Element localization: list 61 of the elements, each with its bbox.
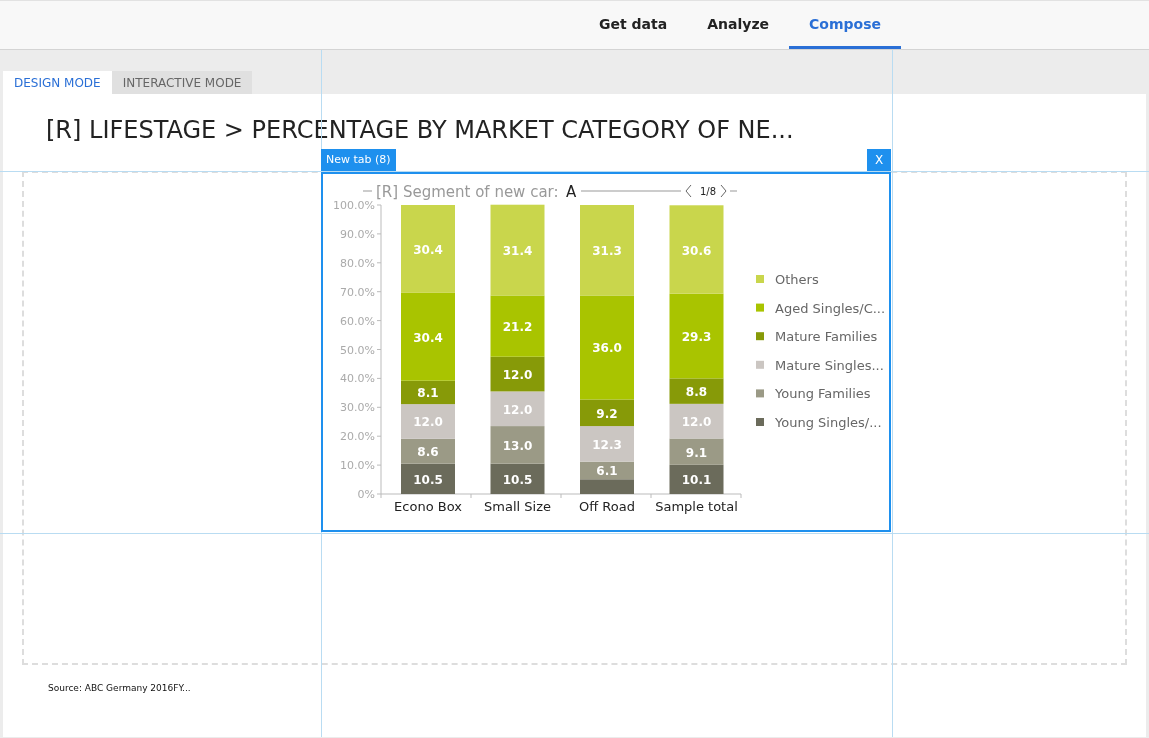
- data-label: 12.0: [413, 415, 443, 430]
- legend-label: Young Families: [775, 386, 871, 402]
- chart-widget-frame[interactable]: [321, 172, 891, 532]
- y-tick-label: 0%: [357, 488, 375, 501]
- y-tick-label: 10.0%: [340, 459, 375, 473]
- legend-label: Mature Singles...: [775, 357, 884, 373]
- data-label: 36.0: [592, 341, 622, 356]
- y-tick-label: 70.0%: [340, 285, 375, 299]
- x-category-label: Sample total: [655, 499, 738, 514]
- legend-label: Others: [775, 272, 819, 287]
- data-label: 10.5: [413, 472, 443, 487]
- title-rule: [362, 190, 373, 192]
- close-button[interactable]: X: [867, 149, 891, 171]
- nav-tab[interactable]: Get data: [579, 1, 688, 49]
- source-note: Source: ABC Germany 2016FY...: [47, 682, 192, 693]
- chevron-right-icon[interactable]: [720, 184, 727, 198]
- y-tick-label: 20.0%: [340, 430, 375, 444]
- data-label: 12.0: [681, 415, 712, 430]
- widget-tab[interactable]: New tab (8): [321, 149, 396, 171]
- x-category-label: Econo Box: [394, 499, 462, 514]
- legend-label: Aged Singles/C...: [775, 300, 886, 316]
- data-label: 31.3: [592, 244, 622, 259]
- y-tick-label: 40.0%: [340, 372, 375, 386]
- legend-label: Young Singles/...: [775, 415, 882, 430]
- filter-value: A: [566, 183, 577, 201]
- x-category-label: Off Road: [579, 499, 635, 514]
- mode-tab[interactable]: INTERACTIVE MODE: [111, 71, 253, 94]
- x-category-label: Small Size: [484, 499, 551, 514]
- nav-tab[interactable]: Compose: [789, 1, 901, 49]
- data-label: 13.0: [502, 438, 533, 453]
- data-label: 30.4: [413, 330, 443, 345]
- y-tick-label: 60.0%: [340, 314, 375, 328]
- pager-label: 1/8: [699, 186, 717, 197]
- data-label: 10.5: [502, 472, 533, 487]
- data-label: 9.2: [596, 406, 618, 421]
- page-title: [R] LIFESTAGE > PERCENTAGE BY MARKET CATEGORY OF NE...: [45, 115, 795, 146]
- data-label: 12.0: [502, 368, 533, 383]
- y-tick-label: 30.0%: [340, 401, 375, 415]
- data-label: 8.8: [685, 385, 708, 400]
- title-rule: [729, 190, 738, 192]
- data-label: 30.6: [681, 243, 712, 258]
- data-label: 9.1: [685, 445, 708, 460]
- data-label: 29.3: [681, 330, 712, 345]
- nav-tab[interactable]: Analyze: [687, 1, 790, 49]
- data-label: 12.0: [502, 402, 533, 417]
- legend-label: Mature Families: [775, 329, 878, 345]
- y-tick-label: 90.0%: [340, 227, 375, 241]
- data-label: 31.4: [502, 244, 533, 259]
- data-label: 8.6: [417, 445, 439, 460]
- data-label: 10.1: [681, 473, 712, 488]
- data-label: 6.1: [596, 464, 618, 479]
- y-tick-label: 50.0%: [340, 343, 375, 357]
- chart-title: [R] Segment of new car:: [376, 183, 559, 201]
- chevron-left-icon[interactable]: [685, 184, 692, 198]
- data-label: 21.2: [502, 320, 533, 335]
- mode-tab[interactable]: DESIGN MODE: [3, 71, 112, 94]
- data-label: 8.1: [417, 386, 439, 401]
- y-tick-label: 80.0%: [340, 256, 375, 270]
- y-tick-label: 100.0%: [333, 199, 375, 212]
- data-label: 30.4: [413, 242, 443, 257]
- data-label: 12.3: [592, 437, 622, 452]
